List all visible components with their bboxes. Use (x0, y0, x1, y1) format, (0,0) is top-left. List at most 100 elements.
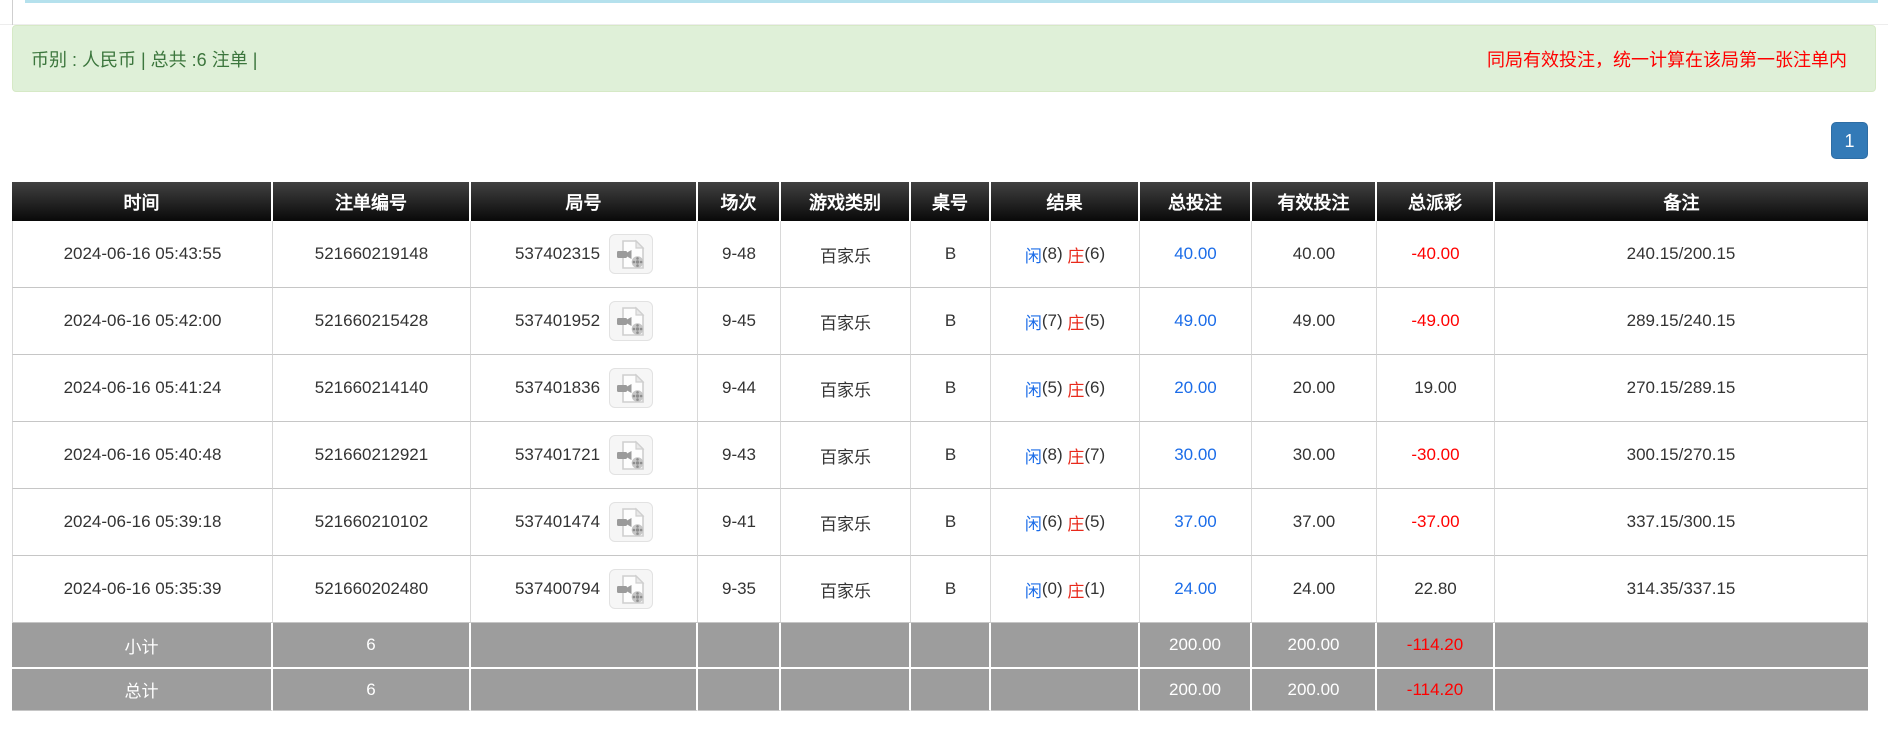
round-id-value: 537401474 (514, 512, 601, 531)
cell-remark: 300.15/270.15 (1495, 422, 1868, 489)
cell-empty (991, 623, 1140, 667)
cell-round-id: 537401474 (471, 489, 698, 556)
video-file-icon (617, 306, 645, 336)
cell-valid-bet: 20.00 (1252, 355, 1377, 422)
player-result-score: (5) (1041, 378, 1068, 397)
cell-empty (471, 623, 698, 667)
cell-game-type: 百家乐 (781, 556, 911, 623)
column-header-valid-bet: 有效投注 (1252, 182, 1377, 221)
cell-valid-bet: 49.00 (1252, 288, 1377, 355)
cell-game-type: 百家乐 (781, 489, 911, 556)
banker-result-label: 庄 (1067, 447, 1085, 467)
player-result-score: (6) (1041, 512, 1068, 531)
column-header-remark: 备注 (1495, 182, 1868, 221)
cell-empty (471, 667, 698, 711)
cell-time: 2024-06-16 05:43:55 (12, 221, 273, 288)
cell-remark: 314.35/337.15 (1495, 556, 1868, 623)
video-replay-button[interactable] (609, 435, 654, 475)
column-header-table-code: 桌号 (911, 182, 991, 221)
video-file-icon (617, 507, 645, 537)
cell-payout: -49.00 (1377, 288, 1495, 355)
summary-row: 总计 6 200.00 200.00 -114.20 (12, 667, 1868, 711)
cell-summary-total-bet: 200.00 (1140, 623, 1252, 667)
cell-round-id: 537401952 (471, 288, 698, 355)
cell-table-code: B (911, 556, 991, 623)
cell-summary-payout: -114.20 (1377, 623, 1495, 667)
cell-remark: 270.15/289.15 (1495, 355, 1868, 422)
player-result-label: 闲 (1024, 514, 1042, 534)
cell-summary-total-bet: 200.00 (1140, 667, 1252, 711)
cell-bet-id: 521660215428 (273, 288, 471, 355)
cell-payout: -40.00 (1377, 221, 1495, 288)
column-header-payout: 总派彩 (1377, 182, 1495, 221)
video-file-icon (617, 239, 645, 269)
video-replay-button[interactable] (609, 301, 654, 341)
cell-round-id: 537402315 (471, 221, 698, 288)
cell-time: 2024-06-16 05:40:48 (12, 422, 273, 489)
bet-records-table: 时间 注单编号 局号 场次 游戏类别 桌号 结果 总投注 有效投注 总派彩 备注 2024-06-1… (12, 182, 1868, 711)
banker-result-label: 庄 (1067, 313, 1085, 333)
cell-table-code: B (911, 422, 991, 489)
cell-valid-bet: 37.00 (1252, 489, 1377, 556)
banker-result-score: (6) (1084, 244, 1106, 263)
cell-empty (698, 667, 781, 711)
banker-result-score: (7) (1084, 445, 1106, 464)
video-replay-button[interactable] (609, 234, 654, 274)
video-file-icon (617, 574, 645, 604)
cell-round-id: 537401836 (471, 355, 698, 422)
banker-result-score: (6) (1084, 378, 1106, 397)
column-header-total-bet: 总投注 (1140, 182, 1252, 221)
cell-total-bet: 24.00 (1140, 556, 1252, 623)
video-replay-button[interactable] (609, 569, 654, 609)
cell-payout: -30.00 (1377, 422, 1495, 489)
cell-empty (991, 667, 1140, 711)
cell-payout: -37.00 (1377, 489, 1495, 556)
cell-summary-valid-bet: 200.00 (1252, 623, 1377, 667)
cell-total-bet: 20.00 (1140, 355, 1252, 422)
cell-empty (698, 623, 781, 667)
cell-time: 2024-06-16 05:41:24 (12, 355, 273, 422)
top-accent-line (25, 0, 1878, 3)
cell-time: 2024-06-16 05:35:39 (12, 556, 273, 623)
table-footer: 小计 6 200.00 200.00 -114.20 总计 6 200.00 2… (12, 623, 1868, 711)
valid-bet-note: 同局有效投注，统一计算在该局第一张注单内 (1487, 49, 1847, 70)
cell-empty (1495, 623, 1868, 667)
video-replay-button[interactable] (609, 368, 654, 408)
cell-remark: 289.15/240.15 (1495, 288, 1868, 355)
table-header: 时间 注单编号 局号 场次 游戏类别 桌号 结果 总投注 有效投注 总派彩 备注 (12, 182, 1868, 221)
page-1-button[interactable]: 1 (1831, 122, 1868, 159)
cell-session: 9-44 (698, 355, 781, 422)
cell-summary-label: 小计 (12, 623, 273, 667)
video-file-icon (617, 440, 645, 470)
column-header-result: 结果 (991, 182, 1140, 221)
player-result-label: 闲 (1024, 313, 1042, 333)
video-replay-button[interactable] (609, 502, 654, 542)
player-result-score: (8) (1041, 244, 1068, 263)
cell-result: 闲 (8) 庄 (6) (991, 221, 1140, 288)
bet-records-page: 币别 : 人民币 | 总共 :6 注单 | 同局有效投注，统一计算在该局第一张注… (0, 0, 1888, 741)
table-row: 2024-06-16 05:40:48 521660212921 5374017… (12, 422, 1868, 489)
panel-edge-tick (12, 0, 13, 25)
cell-table-code: B (911, 489, 991, 556)
top-strip (0, 0, 1888, 25)
summary-bar: 币别 : 人民币 | 总共 :6 注单 | 同局有效投注，统一计算在该局第一张注… (12, 25, 1876, 92)
cell-game-type: 百家乐 (781, 355, 911, 422)
cell-game-type: 百家乐 (781, 221, 911, 288)
cell-table-code: B (911, 221, 991, 288)
cell-session: 9-41 (698, 489, 781, 556)
summary-row: 小计 6 200.00 200.00 -114.20 (12, 623, 1868, 667)
player-result-label: 闲 (1024, 581, 1042, 601)
table-row: 2024-06-16 05:41:24 521660214140 5374018… (12, 355, 1868, 422)
cell-remark: 240.15/200.15 (1495, 221, 1868, 288)
video-file-icon (617, 373, 645, 403)
cell-empty (1495, 667, 1868, 711)
cell-payout: 22.80 (1377, 556, 1495, 623)
banker-result-score: (5) (1084, 512, 1106, 531)
cell-valid-bet: 24.00 (1252, 556, 1377, 623)
cell-empty (911, 623, 991, 667)
cell-summary-count: 6 (273, 667, 471, 711)
cell-bet-id: 521660219148 (273, 221, 471, 288)
banker-result-label: 庄 (1067, 246, 1085, 266)
cell-total-bet: 30.00 (1140, 422, 1252, 489)
cell-table-code: B (911, 355, 991, 422)
